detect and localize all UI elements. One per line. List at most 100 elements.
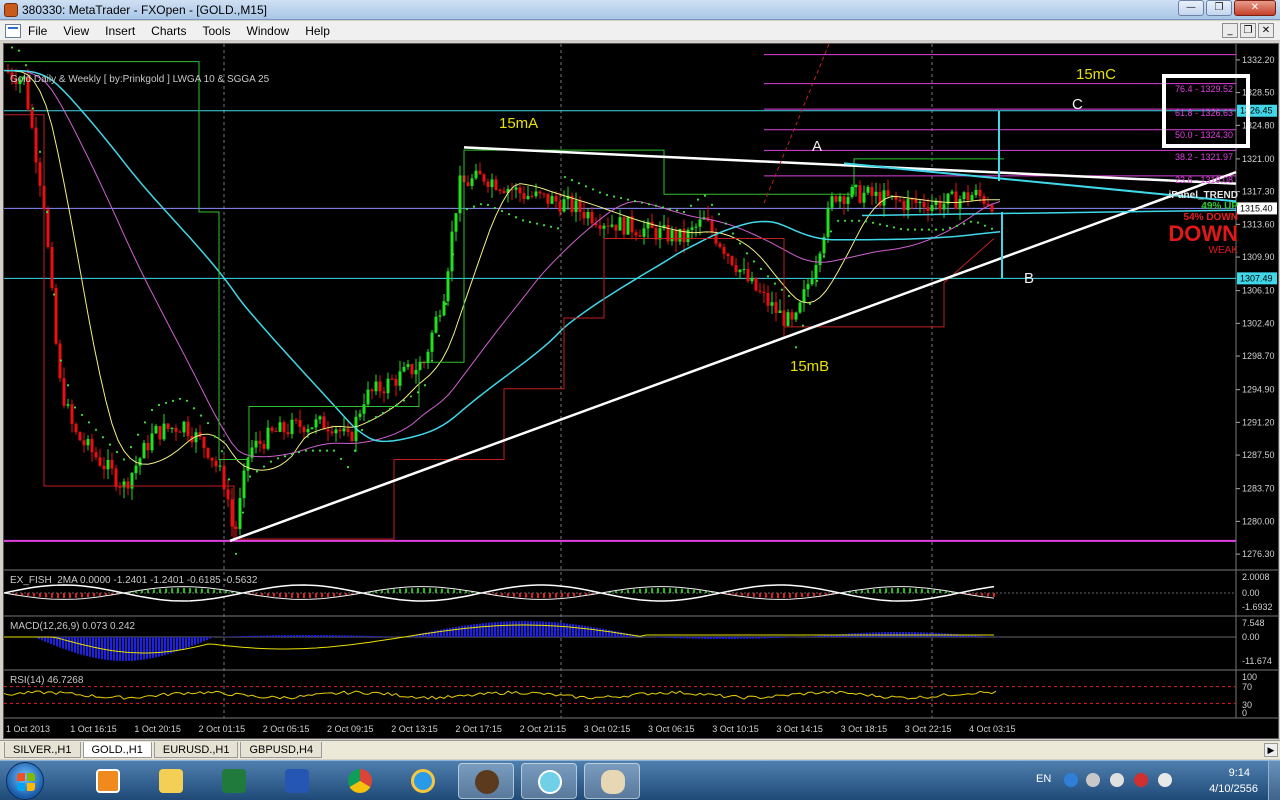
candle-body	[670, 230, 674, 242]
chart-document-icon[interactable]	[5, 24, 21, 38]
word-icon[interactable]	[269, 763, 325, 799]
candle-body	[582, 211, 586, 219]
candle-body	[574, 200, 578, 212]
menu-tools[interactable]: Tools	[203, 24, 231, 38]
candle-body	[770, 302, 774, 306]
rsi-indicator-label: RSI(14) 46.7268	[10, 675, 84, 686]
help-icon[interactable]	[1064, 773, 1078, 787]
sar-dot	[472, 205, 476, 208]
sar-dot	[766, 275, 770, 278]
sar-dot	[332, 449, 336, 452]
sar-dot	[731, 232, 735, 235]
sar-dot	[948, 226, 952, 229]
candle-body	[654, 228, 658, 240]
app-icon[interactable]	[521, 763, 577, 799]
sar-dot	[52, 293, 56, 296]
price-chart[interactable]: 1332.201328.501324.801321.001317.301313.…	[4, 44, 1278, 738]
candle-body	[38, 162, 42, 186]
metatrader-icon[interactable]	[458, 763, 514, 799]
candle-body	[762, 291, 766, 293]
sar-dot	[724, 222, 728, 225]
tab-silver-h1[interactable]: SILVER.,H1	[4, 742, 81, 758]
excel-icon[interactable]	[206, 763, 262, 799]
close-button[interactable]: ✕	[1234, 0, 1276, 16]
candle-body	[874, 191, 878, 196]
restore-button[interactable]: ❐	[1206, 0, 1232, 16]
price-axis-label: 1294.90	[1242, 385, 1275, 395]
minimize-button[interactable]: —	[1178, 0, 1204, 16]
sar-dot	[598, 191, 602, 194]
candle-body	[162, 423, 166, 440]
language-indicator[interactable]: EN	[1036, 773, 1051, 785]
chart-close-button[interactable]: ✕	[1258, 23, 1274, 38]
start-button[interactable]	[6, 762, 44, 800]
menu-file[interactable]: File	[28, 24, 47, 38]
sar-dot	[759, 267, 763, 270]
candle-body	[242, 470, 246, 499]
tab-gbpusd-h4[interactable]: GBPUSD,H4	[240, 742, 323, 758]
time-axis-label: 2 Oct 05:15	[263, 724, 310, 734]
flag-icon[interactable]	[1110, 773, 1124, 787]
ipanel-trend: iPanel_TREND 49% UP 54% DOWN DOWN WEAK	[1154, 190, 1238, 256]
fibo-level-382: 38.2 - 1321.97	[1175, 152, 1234, 162]
media-player-icon[interactable]	[80, 763, 136, 799]
tab-eurusd-h1[interactable]: EURUSD.,H1	[153, 742, 239, 758]
indicator-scale-label: 2.0008	[1242, 572, 1270, 582]
candle-body	[86, 438, 90, 446]
candle-body	[214, 460, 218, 467]
ipanel-up-row: 49% UP	[1154, 201, 1238, 212]
candle-body	[282, 422, 286, 433]
ie-icon[interactable]	[395, 763, 451, 799]
show-desktop-button[interactable]	[1268, 761, 1280, 800]
candle-body	[478, 170, 482, 175]
tab-scroll-right-icon[interactable]: ▶	[1264, 743, 1278, 757]
candle-body	[482, 174, 486, 182]
candle-body	[486, 181, 490, 187]
sar-dot	[633, 200, 637, 203]
chart-window[interactable]: 1332.20 1328.50 1324.80 1321.00 1317.30 1313.…	[3, 43, 1279, 739]
sar-dot	[437, 334, 441, 337]
chrome-icon[interactable]	[332, 763, 388, 799]
candle-body	[738, 269, 742, 273]
network-icon[interactable]	[1086, 773, 1100, 787]
sar-dot	[892, 226, 896, 229]
time-axis-label: 1 Oct 16:15	[70, 724, 117, 734]
candle-body	[986, 203, 990, 206]
candle-body	[98, 457, 102, 466]
clock-time[interactable]: 9:14	[1229, 767, 1250, 779]
clock-date[interactable]: 4/10/2556	[1209, 783, 1258, 795]
candle-body	[682, 228, 686, 243]
menu-charts[interactable]: Charts	[151, 24, 186, 38]
sar-dot	[185, 399, 189, 402]
sar-dot	[374, 415, 378, 419]
indicator-scale-label: 100	[1242, 672, 1257, 682]
candle-body	[470, 178, 474, 186]
file-explorer-icon[interactable]	[143, 763, 199, 799]
candle-body	[90, 438, 94, 453]
chart-restore-button[interactable]: ❐	[1240, 23, 1256, 38]
time-axis-label: 3 Oct 02:15	[584, 724, 631, 734]
power-icon[interactable]	[1158, 773, 1172, 787]
point-label-b: B	[1024, 270, 1035, 287]
menu-insert[interactable]: Insert	[105, 24, 135, 38]
candle-body	[690, 227, 694, 230]
sar-dot	[941, 228, 945, 231]
menu-window[interactable]: Window	[247, 24, 290, 38]
volume-icon[interactable]	[1134, 773, 1148, 787]
paint-icon[interactable]	[584, 763, 640, 799]
sar-dot	[640, 201, 644, 204]
sar-dot	[339, 457, 343, 461]
candle-body	[518, 187, 522, 194]
chart-minimize-button[interactable]: _	[1222, 23, 1238, 38]
time-axis-label: 4 Oct 03:15	[969, 724, 1016, 734]
candle-body	[918, 201, 922, 204]
candle-body	[498, 189, 502, 191]
candle-body	[226, 489, 230, 500]
tab-gold-h1[interactable]: GOLD.,H1	[82, 742, 152, 758]
price-axis-label: 1313.60	[1242, 219, 1275, 229]
sar-dot	[738, 242, 742, 245]
candle-body	[882, 190, 886, 206]
menu-help[interactable]: Help	[305, 24, 330, 38]
menu-view[interactable]: View	[63, 24, 89, 38]
candle-body	[110, 459, 114, 469]
